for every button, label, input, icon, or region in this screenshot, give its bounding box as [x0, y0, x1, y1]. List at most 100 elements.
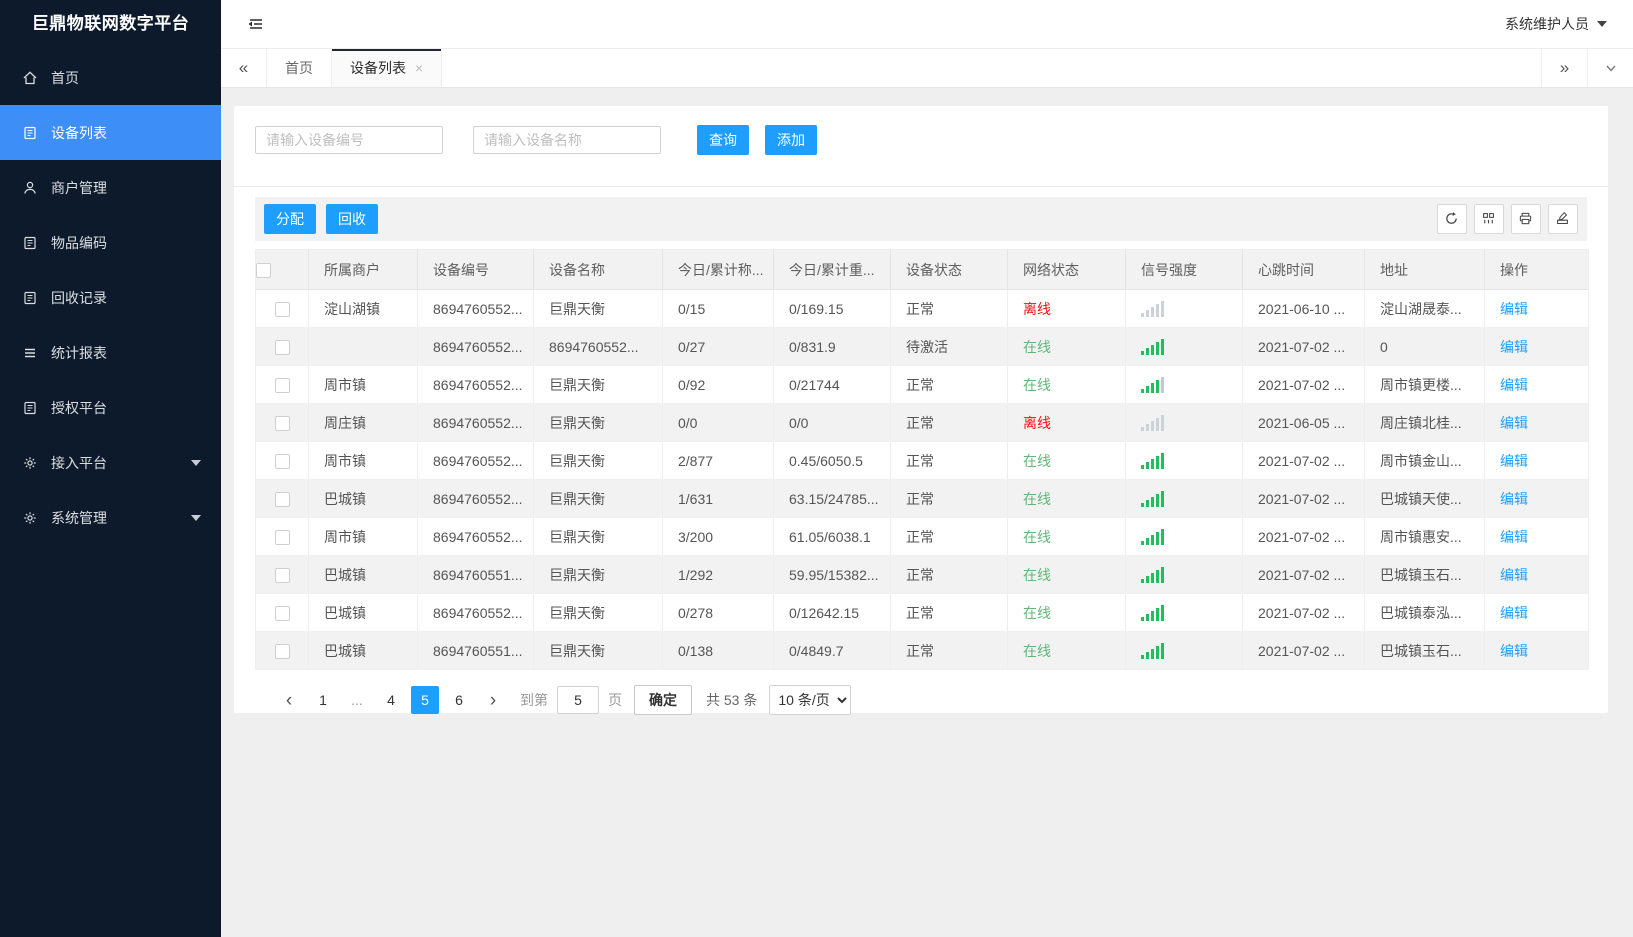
page-number[interactable]: 5 [411, 686, 439, 714]
cell-today-weight: 0/831.9 [773, 327, 891, 366]
edit-link[interactable]: 编辑 [1500, 339, 1528, 355]
main-area: 系统维护人员 « 首页 设备列表 × » 查询 添加 [221, 0, 1633, 937]
assign-button[interactable]: 分配 [264, 204, 316, 234]
row-checkbox[interactable] [274, 567, 290, 583]
tab[interactable]: 首页 [267, 49, 332, 87]
cell-today-weight: 63.15/24785... [773, 479, 891, 518]
edit-link[interactable]: 编辑 [1500, 415, 1528, 431]
edit-link[interactable]: 编辑 [1500, 529, 1528, 545]
cell-today-weight: 59.95/15382... [773, 555, 891, 594]
sidebar-item[interactable]: 物品编码 [0, 215, 221, 270]
user-menu[interactable]: 系统维护人员 [1505, 14, 1607, 34]
cell-address: 巴城镇玉石... [1364, 631, 1485, 670]
app-root: 巨鼎物联网数字平台 首页 设备列表 商户管理 物品编码 回收记录 统计报表 授权平台 接入平台… [0, 0, 1633, 937]
sidebar-item[interactable]: 设备列表 [0, 105, 221, 160]
export-icon [1555, 211, 1571, 227]
sidebar-item[interactable]: 授权平台 [0, 380, 221, 435]
edit-link[interactable]: 编辑 [1500, 377, 1528, 393]
sidebar-item[interactable]: 统计报表 [0, 325, 221, 380]
sidebar-item-label: 物品编码 [51, 234, 107, 251]
columns-button[interactable] [1474, 204, 1504, 234]
tabs-collapse-left-icon[interactable]: « [221, 49, 267, 87]
cell-device-no: 8694760552... [417, 517, 534, 556]
edit-link[interactable]: 编辑 [1500, 605, 1528, 621]
tab-bar: « 首页 设备列表 × » [221, 48, 1633, 88]
sidebar-menu: 首页 设备列表 商户管理物品编码回收记录 统计报表 授权平台 接入平台 系统管理 [0, 48, 221, 545]
cell-actions: 编辑 [1484, 631, 1589, 670]
page-size-select[interactable]: 10 条/页 [769, 685, 852, 715]
next-page-icon[interactable]: › [480, 691, 506, 710]
cell-merchant: 巴城镇 [308, 555, 418, 594]
edit-link[interactable]: 编辑 [1500, 567, 1528, 583]
edit-link[interactable]: 编辑 [1500, 491, 1528, 507]
column-header: 操作 [1484, 249, 1589, 290]
device-no-input[interactable] [255, 126, 443, 154]
cell-signal [1125, 479, 1243, 518]
refresh-icon [1444, 211, 1460, 227]
cell-merchant [308, 327, 418, 366]
cell-network-status: 在线 [1007, 327, 1126, 366]
row-checkbox[interactable] [274, 529, 290, 545]
table-row: 周市镇 8694760552... 巨鼎天衡 2/877 0.45/6050.5 正常 在线… [255, 441, 1589, 480]
home-icon [22, 70, 38, 86]
close-icon[interactable]: × [415, 61, 423, 75]
cell-signal [1125, 631, 1243, 670]
sidebar-item[interactable]: 商户管理 [0, 160, 221, 215]
cell-device-name: 巨鼎天衡 [533, 631, 663, 670]
tabbar-right-controls: » [1541, 49, 1633, 87]
sidebar-item[interactable]: 回收记录 [0, 270, 221, 325]
sidebar-item[interactable]: 首页 [0, 50, 221, 105]
cell-today-count: 0/138 [662, 631, 774, 670]
row-checkbox[interactable] [274, 377, 290, 393]
user-role-label: 系统维护人员 [1505, 16, 1589, 32]
signal-bars-icon [1141, 338, 1227, 355]
tabs-menu-icon[interactable] [1587, 49, 1633, 87]
add-button[interactable]: 添加 [765, 125, 817, 155]
row-checkbox[interactable] [274, 605, 290, 621]
select-all-checkbox[interactable] [256, 262, 271, 278]
row-checkbox[interactable] [274, 301, 290, 317]
device-name-input[interactable] [473, 126, 661, 154]
cell-device-name: 巨鼎天衡 [533, 517, 663, 556]
row-checkbox[interactable] [274, 415, 290, 431]
cell-merchant: 周市镇 [308, 517, 418, 556]
row-checkbox[interactable] [274, 339, 290, 355]
cell-device-status: 正常 [890, 403, 1008, 442]
export-button[interactable] [1548, 204, 1578, 234]
menu-fold-icon[interactable] [245, 14, 265, 34]
gear-icon [22, 455, 38, 471]
row-checkbox[interactable] [274, 491, 290, 507]
cell-merchant: 巴城镇 [308, 631, 418, 670]
tab[interactable]: 设备列表 × [332, 49, 443, 87]
cell-device-no: 8694760551... [417, 555, 534, 594]
tabs-expand-right-icon[interactable]: » [1541, 49, 1587, 87]
row-checkbox[interactable] [274, 453, 290, 469]
sidebar: 巨鼎物联网数字平台 首页 设备列表 商户管理 物品编码 回收记录 统计报表 授权平台 接入平台… [0, 0, 221, 937]
refresh-button[interactable] [1437, 204, 1467, 234]
cell-device-status: 正常 [890, 631, 1008, 670]
prev-page-icon[interactable]: ‹ [276, 691, 302, 710]
cell-today-weight: 0/21744 [773, 365, 891, 404]
cell-actions: 编辑 [1484, 403, 1589, 442]
toolbar-buttons: 分配 回收 [264, 204, 378, 234]
row-checkbox[interactable] [274, 643, 290, 659]
edit-link[interactable]: 编辑 [1500, 643, 1528, 659]
cell-network-status: 在线 [1007, 365, 1126, 404]
edit-link[interactable]: 编辑 [1500, 453, 1528, 469]
recycle-button[interactable]: 回收 [326, 204, 378, 234]
signal-bars-icon [1141, 300, 1227, 317]
sidebar-item[interactable]: 系统管理 [0, 490, 221, 545]
edit-link[interactable]: 编辑 [1500, 301, 1528, 317]
doc-icon [22, 400, 38, 416]
page-number[interactable]: 1 [309, 686, 337, 714]
printer-button[interactable] [1511, 204, 1541, 234]
sidebar-item[interactable]: 接入平台 [0, 435, 221, 490]
page-number[interactable]: 4 [377, 686, 405, 714]
cell-today-count: 0/15 [662, 289, 774, 328]
confirm-button[interactable]: 确定 [634, 685, 692, 715]
columns-icon [1481, 211, 1497, 227]
jump-page-input[interactable] [557, 686, 599, 714]
query-button[interactable]: 查询 [697, 125, 749, 155]
table-row: 周市镇 8694760552... 巨鼎天衡 0/92 0/21744 正常 在线 2021-… [255, 365, 1589, 404]
page-number[interactable]: 6 [445, 686, 473, 714]
